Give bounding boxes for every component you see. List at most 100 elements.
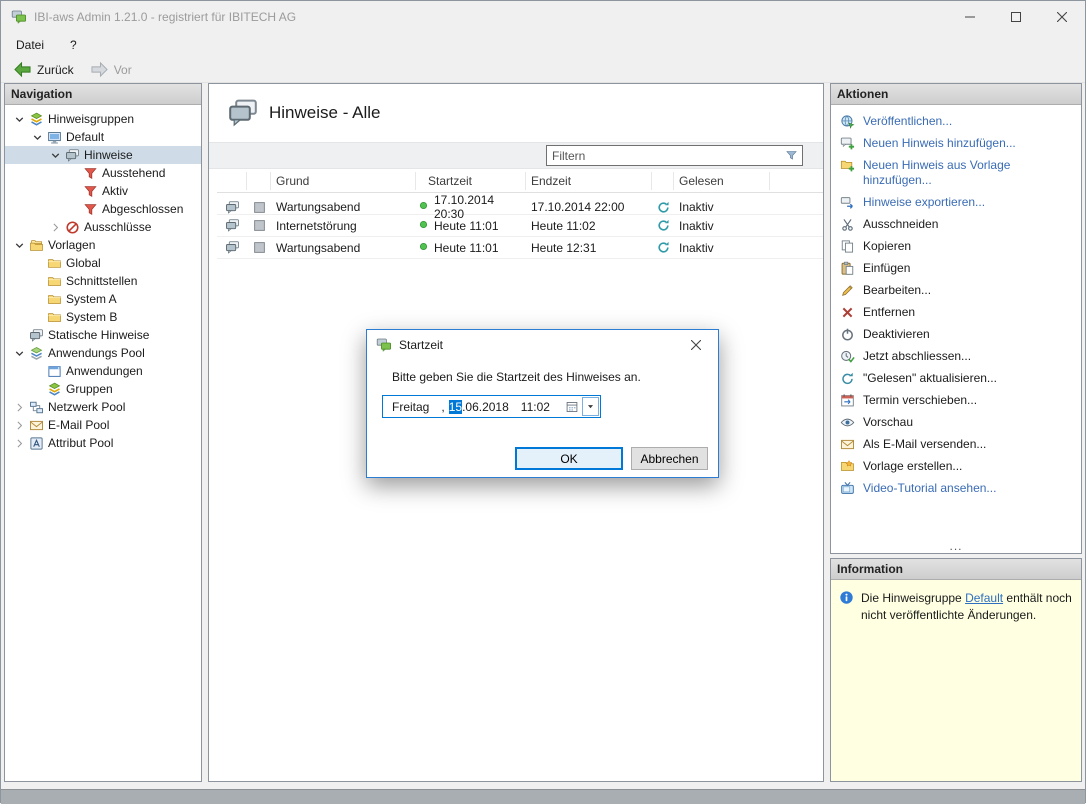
group-stack-icon [45,381,63,397]
tree-item-global[interactable]: Global [5,254,201,272]
navigation-panel-header: Navigation [5,84,201,105]
action-termin-verschieben[interactable]: Termin verschieben... [840,393,1073,408]
datetime-picker[interactable]: Freitag , 15 .06.2018 11:02 [382,395,601,418]
chevron-right-icon[interactable] [11,399,27,415]
filter-input[interactable] [547,149,780,163]
tree-item-system-a[interactable]: System A [5,290,201,308]
action-video-tutorial-ansehen[interactable]: Video-Tutorial ansehen... [840,481,1073,496]
tree-item-ausstehend[interactable]: Ausstehend [5,164,201,182]
tree-item-vorlagen[interactable]: Vorlagen [5,236,201,254]
action-einfuegen[interactable]: Einfügen [840,261,1073,276]
tree-item-default[interactable]: Default [5,128,201,146]
edit-icon [840,283,856,298]
cell-gelesen: Inaktiv [674,241,770,255]
tree-item-ausschluesse[interactable]: Ausschlüsse [5,218,201,236]
tree-item-label: E-Mail Pool [45,418,109,432]
datetime-day[interactable]: Freitag [392,400,429,414]
tree-item-system-b[interactable]: System B [5,308,201,326]
action-als-e-mail-versenden[interactable]: Als E-Mail versenden... [840,437,1073,452]
action-jetzt-abschliessen[interactable]: Jetzt abschliessen... [840,349,1073,364]
cell-endzeit: 17.10.2014 22:00 [526,200,652,214]
information-body: Die Hinweisgruppe Default enthält noch n… [831,580,1081,781]
forward-button[interactable]: Vor [84,59,138,80]
action-deaktivieren[interactable]: Deaktivieren [840,327,1073,342]
action-vorlage-erstellen[interactable]: Vorlage erstellen... [840,459,1073,474]
tree-item-label: Ausstehend [99,166,165,180]
menu-datei[interactable]: Datei [8,35,52,55]
action-label: Entfernen [863,305,915,320]
column-header-gelesen[interactable]: Gelesen [674,172,770,190]
folder-icon [45,309,63,325]
tree-item-label: Schnittstellen [63,274,137,288]
datetime-time[interactable]: 11:02 [521,400,550,414]
tree-item-label: Hinweisgruppen [45,112,134,126]
datetime-dropdown-button[interactable] [582,397,599,416]
chevron-down-icon[interactable] [29,129,45,145]
network-icon [27,399,45,415]
tree-item-schnittstellen[interactable]: Schnittstellen [5,272,201,290]
action-label: Einfügen [863,261,910,276]
dialog-close-button[interactable] [673,330,718,359]
ok-button[interactable]: OK [515,447,623,470]
cancel-button[interactable]: Abbrechen [631,447,708,470]
close-button[interactable] [1039,1,1085,32]
hinweis-row[interactable]: Wartungsabend17.10.2014 20:3017.10.2014 … [217,193,823,215]
column-header-grund[interactable]: Grund [271,172,416,190]
cell-startzeit: Heute 11:01 [416,241,526,255]
color-swatch-icon [247,200,271,215]
cell-grund: Wartungsabend [271,200,416,214]
menu-help[interactable]: ? [62,35,85,55]
action-neuen-hinweis-hinzufuegen[interactable]: Neuen Hinweis hinzufügen... [840,136,1073,151]
tree-item-hinweise[interactable]: Hinweise [5,146,201,164]
tree-item-gruppen[interactable]: Gruppen [5,380,201,398]
maximize-button[interactable] [993,1,1039,32]
filter-funnel-icon[interactable] [780,149,802,162]
hinweis-row[interactable]: WartungsabendHeute 11:01Heute 12:31Inakt… [217,237,823,259]
tree-item-abgeschlossen[interactable]: Abgeschlossen [5,200,201,218]
column-header-endzeit[interactable]: Endzeit [526,172,652,190]
actions-overflow[interactable]: ... [831,539,1081,553]
tree-item-aktiv[interactable]: Aktiv [5,182,201,200]
tree-item-attribut-pool[interactable]: Attribut Pool [5,434,201,452]
tree-item-e-mail-pool[interactable]: E-Mail Pool [5,416,201,434]
default-group-link[interactable]: Default [965,591,1003,605]
forward-arrow-icon [90,61,109,78]
active-status-dot-icon [418,241,429,255]
action-vorschau[interactable]: Vorschau [840,415,1073,430]
chevron-down-icon[interactable] [47,147,63,163]
tree-item-statische-hinweise[interactable]: Statische Hinweise [5,326,201,344]
tree-item-netzwerk-pool[interactable]: Netzwerk Pool [5,398,201,416]
paste-icon [840,261,856,276]
back-button[interactable]: Zurück [7,59,80,80]
action-label: Bearbeiten... [863,283,931,298]
action-neuen-hinweis-aus-vorlage-hinzufuegen[interactable]: Neuen Hinweis aus Vorlage hinzufügen... [840,158,1073,188]
column-header-startzeit[interactable]: Startzeit [416,172,526,190]
tree-item-anwendungs-pool[interactable]: Anwendungs Pool [5,344,201,362]
action-bearbeiten[interactable]: Bearbeiten... [840,283,1073,298]
action-label: Neuen Hinweis hinzufügen... [863,136,1016,151]
action-entfernen[interactable]: Entfernen [840,305,1073,320]
chevron-right-icon[interactable] [11,435,27,451]
action-label: Video-Tutorial ansehen... [863,481,996,496]
minimize-button[interactable] [947,1,993,32]
datetime-date-rest[interactable]: .06.2018 [462,400,509,414]
action-hinweise-exportieren[interactable]: Hinweise exportieren... [840,195,1073,210]
chevron-right-icon[interactable] [47,219,63,235]
chevron-down-icon[interactable] [11,345,27,361]
action-ausschneiden[interactable]: Ausschneiden [840,217,1073,232]
chevron-right-icon[interactable] [11,417,27,433]
datetime-selected-day[interactable]: 15 [449,400,462,414]
chevron-down-icon[interactable] [11,111,27,127]
tree-item-anwendungen[interactable]: Anwendungen [5,362,201,380]
tree-item-hinweisgruppen[interactable]: Hinweisgruppen [5,110,201,128]
actions-panel-header: Aktionen [831,84,1081,105]
action-label: Vorschau [863,415,913,430]
active-status-dot-icon [418,219,429,233]
expander-spacer [29,291,45,307]
hinweis-row[interactable]: InternetstörungHeute 11:01Heute 11:02Ina… [217,215,823,237]
action-veroeffentlichen[interactable]: Veröffentlichen... [840,114,1073,129]
reschedule-icon [840,393,856,408]
chevron-down-icon[interactable] [11,237,27,253]
action-kopieren[interactable]: Kopieren [840,239,1073,254]
action-gelesen-aktualisieren[interactable]: "Gelesen" aktualisieren... [840,371,1073,386]
